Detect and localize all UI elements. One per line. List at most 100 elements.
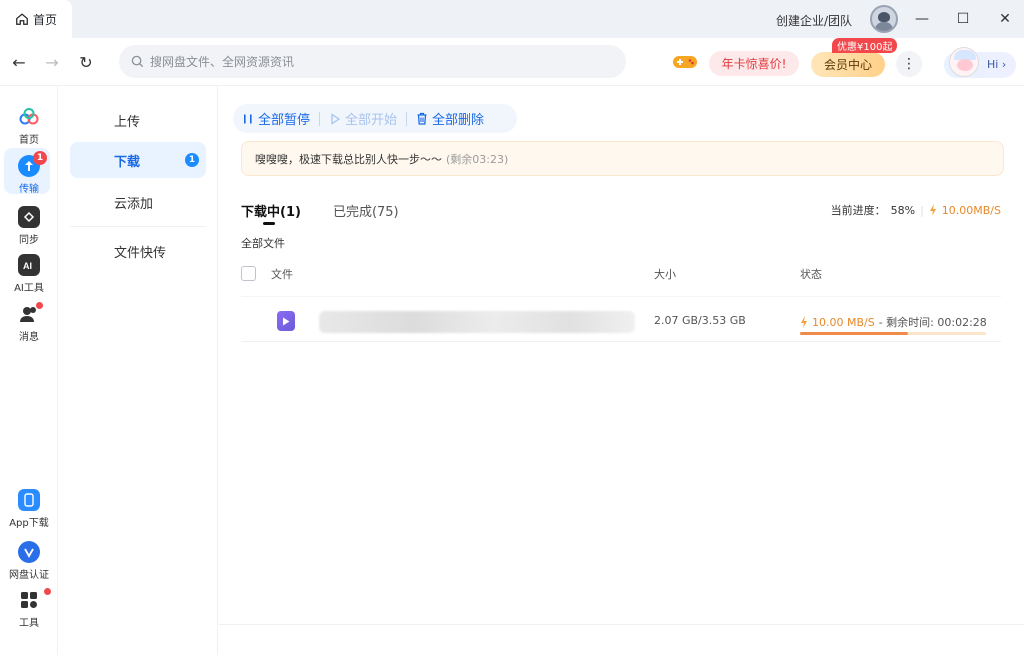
mascot-face bbox=[957, 59, 973, 71]
column-size: 大小 bbox=[654, 268, 676, 281]
search-icon bbox=[131, 55, 144, 68]
rail-item-home[interactable]: 首页 bbox=[0, 106, 58, 146]
rail-item-app-download[interactable]: App下载 bbox=[0, 489, 58, 529]
close-button[interactable]: ✕ bbox=[994, 8, 1016, 30]
cloud-logo-icon bbox=[18, 106, 40, 128]
discount-badge: 优惠¥100起 bbox=[832, 38, 898, 53]
rail-label-ai-tools: AI工具 bbox=[14, 283, 44, 294]
ai-tools-icon: AI bbox=[18, 254, 40, 276]
gamepad-icon[interactable] bbox=[672, 54, 698, 70]
start-all-label: 全部开始 bbox=[345, 113, 398, 128]
trash-icon bbox=[417, 112, 427, 125]
vip-center-button[interactable]: 会员中心 bbox=[811, 52, 885, 77]
more-menu-button[interactable]: ⋮ bbox=[896, 51, 922, 77]
forward-button[interactable]: → bbox=[42, 52, 62, 72]
tab-completed[interactable]: 已完成(75) bbox=[333, 201, 399, 225]
notice-remaining: (剩余03:23) bbox=[446, 152, 509, 166]
video-file-icon bbox=[277, 311, 295, 331]
left-rail: 首页 传输 1 同步 AI AI工具 消息 App下载 网盘认证 工具 bbox=[0, 86, 58, 655]
subnav-download-label: 下载 bbox=[114, 154, 141, 170]
assistant-hi-label[interactable]: Hi › bbox=[987, 58, 1006, 71]
subnav-upload[interactable]: 上传 bbox=[70, 102, 206, 138]
user-avatar[interactable] bbox=[870, 5, 898, 33]
start-all-button[interactable]: 全部开始 bbox=[320, 104, 406, 133]
messages-red-dot bbox=[36, 302, 43, 309]
rail-label-messages: 消息 bbox=[19, 332, 39, 343]
rail-label-verify: 网盘认证 bbox=[9, 570, 49, 581]
tools-grid-icon bbox=[18, 589, 40, 611]
svg-text:AI: AI bbox=[23, 261, 32, 271]
promo-button[interactable]: 年卡惊喜价! bbox=[709, 51, 799, 76]
search-box[interactable] bbox=[119, 45, 626, 78]
tab-home-label: 首页 bbox=[32, 12, 57, 27]
subnav-quick-transfer[interactable]: 文件快传 bbox=[70, 233, 206, 269]
home-icon bbox=[16, 13, 28, 25]
delete-all-label: 全部删除 bbox=[432, 113, 485, 128]
pause-icon bbox=[244, 114, 252, 123]
rail-label-home: 首页 bbox=[19, 135, 39, 146]
file-progress-fill bbox=[800, 332, 908, 335]
title-bar: 首页 创建企业/团队 — ☐ ✕ bbox=[0, 0, 1024, 38]
table-header: 文件 大小 状态 bbox=[241, 263, 1001, 287]
select-all-checkbox[interactable] bbox=[241, 266, 256, 281]
bulk-action-bar: 全部暂停 全部开始 全部删除 bbox=[233, 104, 517, 133]
phone-icon bbox=[18, 489, 40, 511]
download-panel: 全部暂停 全部开始 全部删除 嗖嗖嗖，极速下载总比别人快一步～～ (剩余03:2… bbox=[219, 86, 1024, 655]
subnav-cloud-add[interactable]: 云添加 bbox=[70, 184, 206, 220]
mascot-avatar-icon[interactable] bbox=[949, 47, 979, 77]
transfer-count-badge: 1 bbox=[33, 151, 47, 165]
pause-all-button[interactable]: 全部暂停 bbox=[233, 104, 319, 133]
rail-item-tools[interactable]: 工具 bbox=[0, 589, 58, 629]
lightning-icon bbox=[929, 204, 936, 216]
back-button[interactable]: ← bbox=[9, 52, 29, 72]
toolbar: ← → ↻ 年卡惊喜价! 会员中心 优惠¥100起 ⋮ Hi › bbox=[0, 38, 1024, 86]
all-files-title: 全部文件 bbox=[241, 237, 285, 250]
file-status: 10.00 MB/S - 剩余时间: 00:02:28 bbox=[800, 314, 987, 330]
column-status: 状态 bbox=[800, 268, 822, 281]
refresh-button[interactable]: ↻ bbox=[76, 52, 96, 72]
tools-red-dot bbox=[44, 588, 51, 595]
transfer-subnav: 上传 下载 1 云添加 文件快传 bbox=[58, 86, 218, 655]
tab-home[interactable]: 首页 bbox=[0, 0, 72, 38]
speed-notice-banner: 嗖嗖嗖，极速下载总比别人快一步～～ (剩余03:23) bbox=[241, 141, 1004, 176]
progress-speed: 10.00MB/S bbox=[941, 203, 1001, 217]
rail-label-transfer: 传输 bbox=[19, 184, 39, 195]
tab-downloading[interactable]: 下载中(1) bbox=[241, 201, 301, 225]
maximize-button[interactable]: ☐ bbox=[952, 8, 974, 30]
rail-label-app-download: App下载 bbox=[9, 518, 49, 529]
pause-all-label: 全部暂停 bbox=[258, 113, 311, 128]
create-team-link[interactable]: 创建企业/团队 bbox=[776, 12, 852, 29]
app-window: 首页 创建企业/团队 — ☐ ✕ ← → ↻ 年卡惊喜价! 会员中心 优惠¥10… bbox=[0, 0, 1024, 655]
file-progress-bar bbox=[800, 332, 986, 335]
footer-divider bbox=[219, 624, 1024, 625]
file-speed: 10.00 MB/S bbox=[812, 315, 875, 329]
play-icon bbox=[331, 112, 341, 125]
avatar-face bbox=[878, 12, 890, 22]
overall-progress: 当前进度： 58% | 10.00MB/S bbox=[831, 202, 1001, 218]
rail-item-transfer[interactable]: 传输 bbox=[0, 155, 58, 195]
search-input[interactable] bbox=[150, 54, 590, 69]
file-remaining-time: - 剩余时间: 00:02:28 bbox=[878, 316, 987, 329]
column-file: 文件 bbox=[271, 268, 293, 281]
table-row[interactable]: 2.07 GB/3.53 GB 10.00 MB/S - 剩余时间: 00:02… bbox=[241, 296, 1001, 342]
download-count-badge: 1 bbox=[185, 153, 199, 167]
subnav-download[interactable]: 下载 1 bbox=[70, 142, 206, 178]
delete-all-button[interactable]: 全部删除 bbox=[407, 104, 493, 133]
minimize-button[interactable]: — bbox=[911, 8, 933, 30]
lightning-icon bbox=[801, 316, 807, 328]
progress-label: 当前进度： bbox=[830, 204, 886, 217]
rail-label-sync: 同步 bbox=[19, 235, 39, 246]
verify-icon bbox=[18, 541, 40, 563]
rail-item-sync[interactable]: 同步 bbox=[0, 206, 58, 246]
progress-divider: | bbox=[920, 203, 924, 217]
rail-item-ai-tools[interactable]: AI AI工具 bbox=[0, 254, 58, 294]
rail-item-messages[interactable]: 消息 bbox=[0, 303, 58, 343]
file-name-redacted bbox=[319, 311, 635, 333]
rail-label-tools: 工具 bbox=[19, 618, 39, 629]
download-tabs: 下载中(1) 已完成(75) bbox=[241, 201, 399, 225]
avatar-body bbox=[875, 22, 893, 31]
subnav-divider bbox=[70, 226, 206, 227]
file-size: 2.07 GB/3.53 GB bbox=[654, 314, 746, 327]
progress-percent: 58% bbox=[890, 203, 916, 217]
rail-item-verify[interactable]: 网盘认证 bbox=[0, 541, 58, 581]
